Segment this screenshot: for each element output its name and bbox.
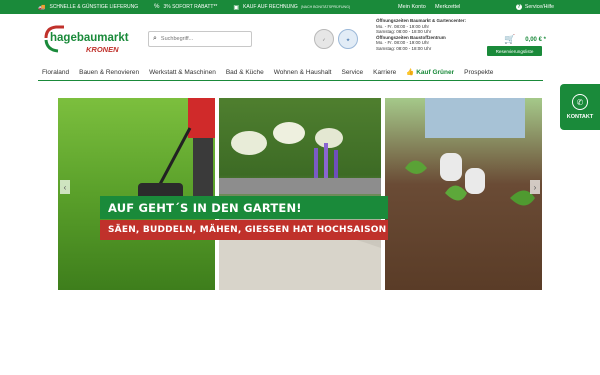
slider-prev-button[interactable]: ‹ (60, 180, 70, 194)
usp-delivery: 🚚 SCHNELLE & GÜNSTIGE LIEFERUNG (38, 4, 138, 11)
service-help-link[interactable]: ? Service/Hilfe (515, 0, 554, 14)
hero-image-lawnmower: ‹ (58, 98, 215, 290)
truck-icon: 🚚 (38, 4, 46, 11)
hero-slider[interactable]: ‹ › (58, 98, 542, 290)
usp-invoice-note: (NACH BONITÄTSPRÜFUNG) (300, 5, 351, 9)
opening-hours: Öffnungszeiten Baumarkt & Gartencenter: … (376, 18, 466, 52)
nav-item-karriere[interactable]: Karriere (368, 69, 401, 76)
reservation-list-button[interactable]: Reservierungsliste (487, 46, 542, 56)
hours-line: Samstag: 08:00 - 18:00 Uhr (376, 45, 432, 51)
nav-item-werkstatt-maschinen[interactable]: Werkstatt & Maschinen (144, 69, 221, 76)
percent-icon: % (154, 4, 160, 10)
slider-next-button[interactable]: › (530, 180, 540, 194)
nav-item-service[interactable]: Service (336, 69, 368, 76)
nav-item-bauen-renovieren[interactable]: Bauen & Renovieren (74, 69, 144, 76)
usp-invoice-label: KAUF AUF RECHNUNG (243, 4, 298, 10)
wishlist-link[interactable]: Merkzettel (435, 4, 460, 10)
nav-item-kauf-gruener-label: Kauf Grüner (416, 69, 455, 76)
planting-illustration (405, 98, 535, 206)
nav-item-floraland[interactable]: Floraland (38, 69, 74, 76)
nav-item-bad-kueche[interactable]: Bad & Küche (221, 69, 269, 76)
shopping-cart-icon: 🛒 (504, 34, 516, 44)
usp-invoice: ▣ KAUF AUF RECHNUNG (NACH BONITÄTSPRÜFUN… (233, 4, 350, 11)
usp-discount: % 3% SOFORT RABATT** (154, 4, 217, 10)
usp-discount-label: 3% SOFORT RABATT** (163, 4, 218, 10)
search-icon[interactable]: ⌕ (153, 35, 157, 43)
hero-image-planting: › (385, 98, 542, 290)
trust-seal-badge[interactable]: ✓ (314, 29, 334, 49)
logo-wordmark: hagebaumarkt (50, 32, 129, 44)
contact-tab[interactable]: ✆ KONTAKT (560, 84, 600, 130)
top-usp-bar: 🚚 SCHNELLE & GÜNSTIGE LIEFERUNG % 3% SOF… (0, 0, 600, 14)
hero-headline[interactable]: AUF GEHT´S IN DEN GARTEN! (100, 196, 388, 219)
wallet-icon: ▣ (233, 4, 240, 11)
main-navigation: Floraland Bauen & Renovieren Werkstatt &… (38, 64, 543, 81)
flowerbed-illustration (219, 122, 381, 290)
usp-delivery-label: SCHNELLE & GÜNSTIGE LIEFERUNG (49, 4, 139, 10)
nav-item-prospekte[interactable]: Prospekte (459, 69, 498, 76)
logo-store-name: KRONEN (86, 45, 119, 54)
search-input[interactable] (160, 36, 246, 42)
quality-seal-badge[interactable]: ★ (338, 29, 358, 49)
logo-graphic: hagebaumarkt KRONEN (44, 25, 129, 54)
page: 🚚 SCHNELLE & GÜNSTIGE LIEFERUNG % 3% SOF… (0, 0, 600, 375)
hours-heading-market: Öffnungszeiten Baumarkt & Gartencenter: (376, 18, 467, 23)
phone-icon: ✆ (572, 94, 588, 110)
lawnmower-illustration (138, 98, 215, 211)
hero-subline[interactable]: SÄEN, BUDDELN, MÄHEN, GIESSEN HAT HOCHSA… (100, 220, 388, 240)
search-box[interactable]: ⌕ (148, 31, 252, 47)
hagebaumarkt-logo[interactable]: hagebaumarkt KRONEN (42, 24, 138, 60)
service-help-label: Service/Hilfe (524, 4, 554, 10)
help-icon: ? (515, 4, 522, 10)
nav-item-kauf-gruener[interactable]: 👍 Kauf Grüner (401, 68, 459, 76)
hero-image-flowerbed (219, 98, 381, 290)
cart-total: 0,00 € * (525, 36, 546, 43)
thumbs-up-icon: 👍 (406, 69, 415, 76)
contact-label: KONTAKT (566, 114, 594, 120)
my-account-link[interactable]: Mein Konto (398, 4, 426, 10)
cart-button[interactable]: 🛒 0,00 € * (504, 34, 546, 45)
nav-item-wohnen-haushalt[interactable]: Wohnen & Haushalt (269, 69, 337, 76)
